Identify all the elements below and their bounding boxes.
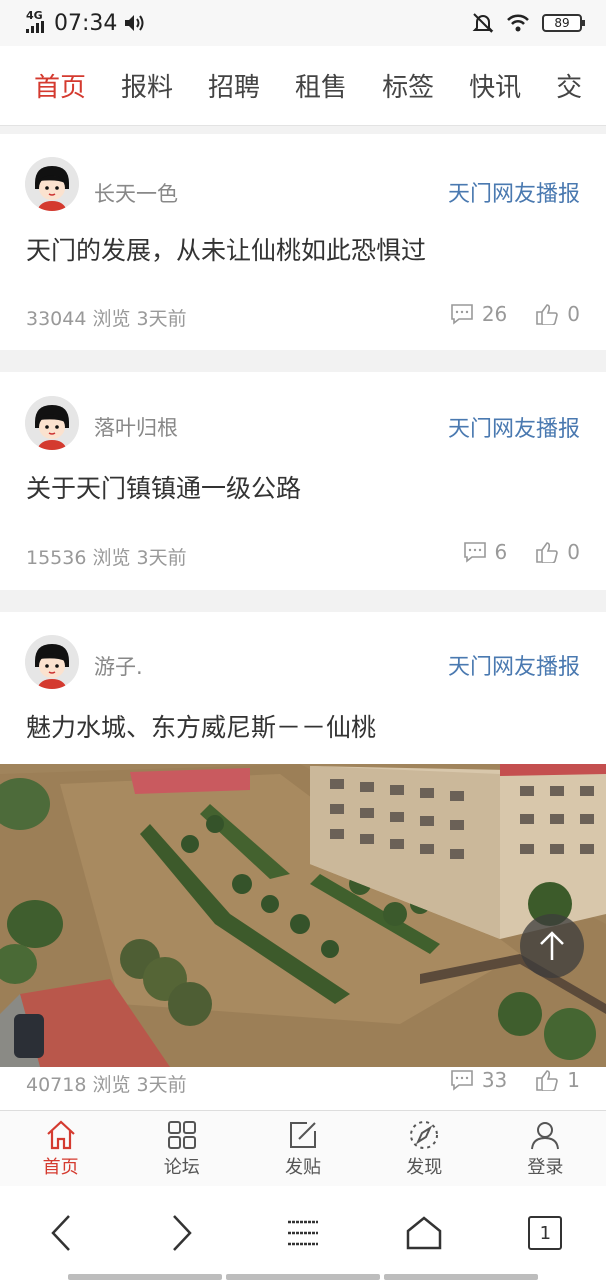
volume-icon [125,15,144,31]
tab-news-flash[interactable]: 快讯 [469,67,521,104]
comment-icon [451,1070,473,1091]
tab-report[interactable]: 报料 [121,67,173,104]
post-source-link[interactable]: 天门网友播报 [448,649,580,681]
post-author[interactable]: 落叶归根 [94,412,178,442]
scroll-to-top-button[interactable] [520,914,584,978]
tab-home[interactable]: 首页 [34,67,86,104]
category-tabs: 首页 报料 招聘 租售 标签 快讯 交 [0,46,606,126]
post-author[interactable]: 长天一色 [94,178,178,208]
network-indicator: 4G [26,10,48,35]
nav-post-label: 发贴 [285,1156,321,1178]
chevron-left-icon [50,1215,70,1251]
post-card[interactable]: 游子. 天门网友播报 魅力水城、东方威尼斯－－仙桃 40718 浏览 3天前 3… [0,612,606,1132]
tab-jobs[interactable]: 招聘 [208,67,260,104]
back-button[interactable] [31,1203,91,1263]
thumbs-up-icon [536,542,559,563]
flooded-town-photo [0,764,606,1067]
nav-login[interactable]: 登录 [485,1111,606,1186]
comment-count[interactable]: 33 [450,1068,507,1092]
avatar-cartoon-icon [25,635,79,689]
avatar-cartoon-icon [25,157,79,211]
arrow-up-icon [540,931,564,960]
battery-indicator: 89 [542,14,585,32]
thumbs-up-icon [536,1070,559,1091]
grid-icon [167,1120,196,1149]
gesture-bar [0,1274,606,1280]
tab-rent-sale[interactable]: 租售 [295,67,347,104]
tab-tags[interactable]: 标签 [382,67,434,104]
avatar[interactable] [25,396,79,450]
tab-more[interactable]: 交 [556,67,582,104]
comment-icon [451,304,473,325]
signal-icon [26,21,44,33]
forward-button[interactable] [152,1203,212,1263]
menu-button[interactable] [273,1203,333,1263]
browser-navigation: 1 [0,1186,606,1280]
tab-count-box: 1 [528,1216,563,1250]
post-stats: 26 0 [422,302,580,326]
post-stats: 33 1 [422,1068,580,1092]
nav-login-label: 登录 [527,1156,564,1178]
post-source-link[interactable]: 天门网友播报 [448,411,580,443]
nav-post[interactable]: 发贴 [242,1111,363,1186]
menu-icon [287,1220,318,1246]
edit-icon [290,1121,316,1148]
nav-forum[interactable]: 论坛 [121,1111,242,1186]
home-button[interactable] [394,1203,454,1263]
post-author[interactable]: 游子. [94,651,143,681]
post-card[interactable]: 落叶归根 天门网友播报 关于天门镇镇通一级公路 15536 浏览 3天前 6 0 [0,372,606,590]
post-card[interactable]: 长天一色 天门网友播报 天门的发展，从未让仙桃如此恐惧过 33044 浏览 3天… [0,134,606,350]
like-count[interactable]: 0 [535,540,580,564]
post-stats: 6 0 [435,540,580,564]
post-image[interactable] [0,764,606,1067]
status-bar: 4G 07:34 89 [0,0,606,46]
like-count[interactable]: 1 [535,1068,580,1092]
tabs-button[interactable]: 1 [515,1203,575,1263]
comment-count[interactable]: 26 [450,302,507,326]
comment-icon [463,542,486,563]
avatar[interactable] [25,635,79,689]
comment-count[interactable]: 6 [463,540,507,564]
post-source-link[interactable]: 天门网友播报 [448,176,580,208]
house-icon [406,1216,442,1250]
compass-icon [410,1120,439,1149]
bottom-navigation: 首页 论坛 发贴 发现 登录 [0,1110,606,1186]
thumbs-up-icon [536,304,559,325]
nav-discover-label: 发现 [406,1156,443,1178]
status-time: 07:34 [54,10,118,36]
wifi-icon [507,14,529,32]
home-icon [46,1120,75,1149]
nav-home-label: 首页 [42,1156,79,1178]
post-meta: 40718 浏览 3天前 [26,1074,187,1096]
user-icon [531,1121,560,1149]
bell-muted-icon [472,13,494,33]
like-count[interactable]: 0 [535,302,580,326]
nav-discover[interactable]: 发现 [364,1111,485,1186]
post-title[interactable]: 关于天门镇镇通一级公路 [26,469,301,505]
post-meta: 15536 浏览 3天前 [26,547,187,569]
chevron-right-icon [172,1215,192,1251]
avatar[interactable] [25,157,79,211]
nav-home[interactable]: 首页 [0,1111,121,1186]
post-meta: 33044 浏览 3天前 [26,308,187,330]
post-title[interactable]: 天门的发展，从未让仙桃如此恐惧过 [26,231,426,267]
avatar-cartoon-icon [25,396,79,450]
nav-forum-label: 论坛 [163,1156,200,1178]
post-title[interactable]: 魅力水城、东方威尼斯－－仙桃 [26,708,376,744]
